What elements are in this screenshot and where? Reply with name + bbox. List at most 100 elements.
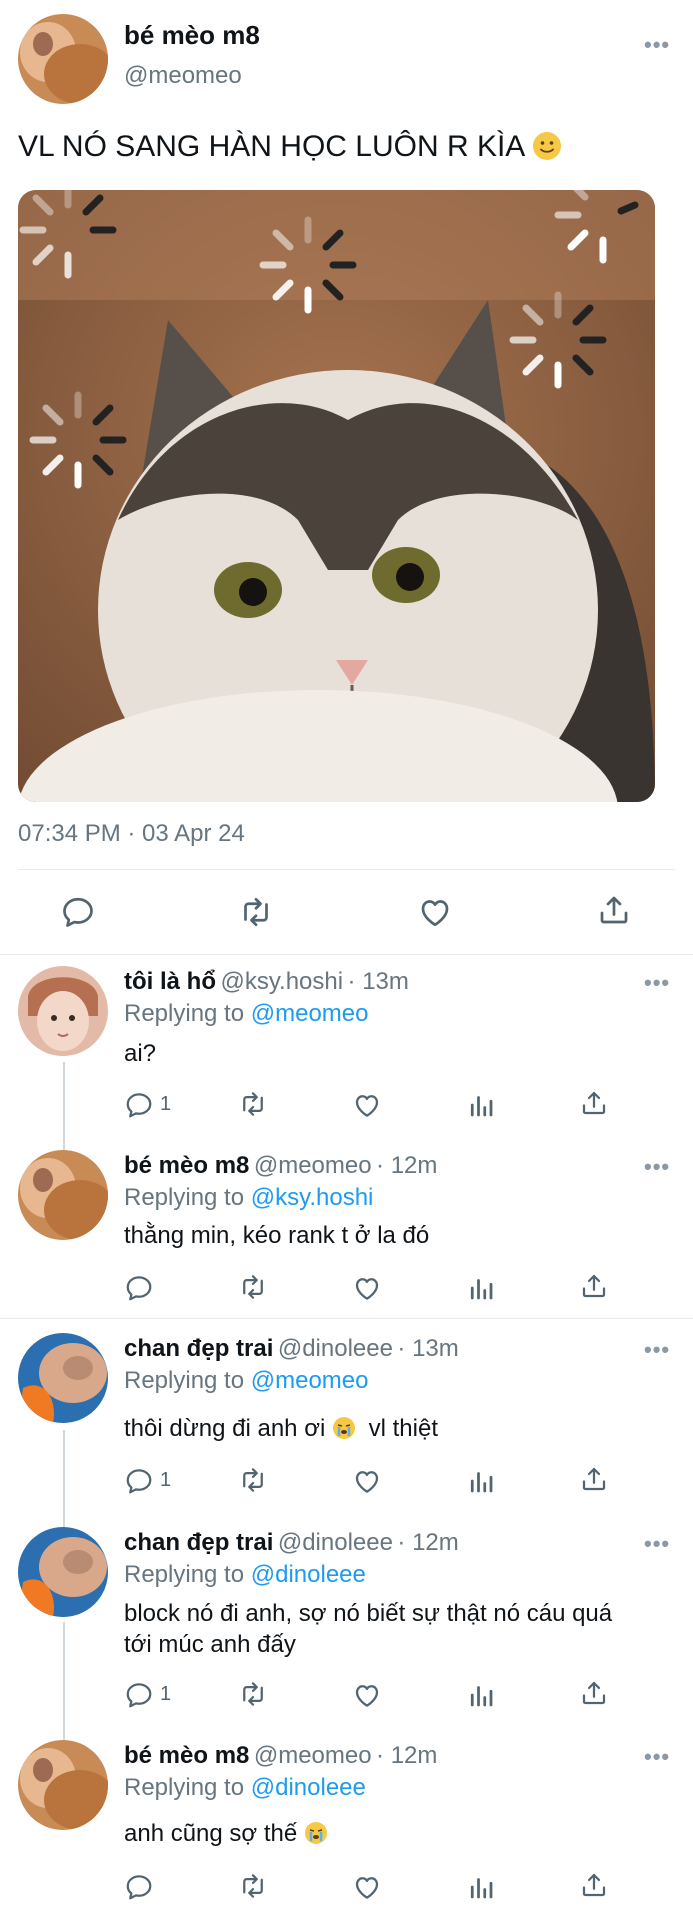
reply-3-retweet-icon[interactable]	[236, 1465, 270, 1495]
reply-5-analytics-icon[interactable]	[466, 1872, 496, 1902]
reply-3-avatar[interactable]	[18, 1333, 108, 1423]
reply-4-retweet-icon[interactable]	[236, 1679, 270, 1709]
reply-3-replying: Replying to @meomeo	[124, 1367, 369, 1395]
main-reply-icon[interactable]	[60, 894, 96, 930]
reply-2-like-icon[interactable]	[352, 1273, 382, 1303]
reply-2-avatar[interactable]	[18, 1150, 108, 1240]
section-divider	[0, 954, 693, 955]
main-handle[interactable]: @meomeo	[124, 62, 242, 90]
reply-4-replying-prefix: Replying to	[124, 1561, 245, 1588]
reply-1-replying-to[interactable]: @meomeo	[251, 1000, 369, 1027]
reply-5-retweet-icon[interactable]	[236, 1871, 270, 1901]
reply-1-reply-count: 1	[160, 1093, 172, 1115]
reply-1-share-icon[interactable]	[579, 1088, 609, 1118]
reply-1-more-icon[interactable]: •••	[644, 970, 670, 996]
thread-line	[63, 1622, 65, 1740]
reply-2-handle[interactable]: @meomeo	[254, 1152, 372, 1179]
reply-1-handle[interactable]: @ksy.hoshi	[220, 968, 343, 995]
reply-4-like-icon[interactable]	[352, 1680, 382, 1710]
reply-5-share-icon[interactable]	[579, 1870, 609, 1900]
reply-1-avatar[interactable]	[18, 966, 108, 1056]
reply-1-replying: Replying to @meomeo	[124, 1000, 369, 1028]
reply-3-text-content: thôi dừng đi anh ơi	[124, 1415, 326, 1442]
reply-3-time: · 13m	[397, 1335, 459, 1362]
reply-3-share-icon[interactable]	[579, 1464, 609, 1494]
reply-2-replying-to[interactable]: @ksy.hoshi	[251, 1184, 374, 1211]
reply-1-like-icon[interactable]	[352, 1090, 382, 1120]
reply-3-text: thôi dừng đi anh ơi vl thiệt	[124, 1415, 438, 1443]
thread-line	[63, 1062, 65, 1160]
main-tweet-image[interactable]	[18, 190, 655, 802]
main-tweet-text: VL NÓ SANG HÀN HỌC LUÔN R KÌA	[18, 130, 562, 164]
reply-5-replying-prefix: Replying to	[124, 1774, 245, 1801]
reply-5-more-icon[interactable]: •••	[644, 1744, 670, 1770]
reply-3-like-icon[interactable]	[352, 1466, 382, 1496]
main-divider	[18, 869, 675, 870]
reply-5-display-name[interactable]: bé mèo m8	[124, 1742, 249, 1769]
reply-1-reply-icon[interactable]	[124, 1090, 154, 1120]
reply-1-header: tôi là hổ @ksy.hoshi · 13m	[124, 968, 409, 996]
reply-4-text-line2: tới múc anh đấy	[124, 1631, 296, 1658]
thread-line	[63, 1430, 65, 1528]
reply-3-more-icon[interactable]: •••	[644, 1337, 670, 1363]
reply-1-analytics-icon[interactable]	[466, 1090, 496, 1120]
reply-1-replying-prefix: Replying to	[124, 1000, 245, 1027]
reply-1-time: · 13m	[347, 968, 409, 995]
reply-2-display-name[interactable]: bé mèo m8	[124, 1152, 249, 1179]
reply-3-handle[interactable]: @dinoleee	[278, 1335, 393, 1362]
reply-1-display-name[interactable]: tôi là hổ	[124, 968, 216, 995]
reply-4-time: · 12m	[397, 1529, 459, 1556]
main-avatar[interactable]	[18, 14, 108, 104]
reply-1-retweet-icon[interactable]	[236, 1089, 270, 1119]
reply-2-text: thằng min, kéo rank t ở la đó	[124, 1222, 430, 1249]
reply-5-text-content: anh cũng sợ thế	[124, 1820, 298, 1847]
reply-3-reply-count: 1	[160, 1469, 172, 1491]
main-more-icon[interactable]: •••	[644, 32, 670, 58]
reply-3-replying-to[interactable]: @meomeo	[251, 1367, 369, 1394]
reply-5-avatar[interactable]	[18, 1740, 108, 1830]
reply-4-analytics-icon[interactable]	[466, 1680, 496, 1710]
reply-2-retweet-icon[interactable]	[236, 1272, 270, 1302]
reply-4-share-icon[interactable]	[579, 1678, 609, 1708]
reply-2-share-icon[interactable]	[579, 1271, 609, 1301]
main-display-name[interactable]: bé mèo m8	[124, 20, 260, 51]
smile-emoji	[532, 131, 562, 161]
reply-5-text: anh cũng sợ thế	[124, 1820, 328, 1848]
reply-2-analytics-icon[interactable]	[466, 1273, 496, 1303]
reply-2-time: · 12m	[376, 1152, 438, 1179]
reply-5-replying-to[interactable]: @dinoleee	[251, 1774, 366, 1801]
main-like-icon[interactable]	[417, 894, 453, 930]
reply-4-replying-to[interactable]: @dinoleee	[251, 1561, 366, 1588]
reply-4-header: chan đẹp trai @dinoleee · 12m	[124, 1529, 459, 1557]
reply-5-like-icon[interactable]	[352, 1872, 382, 1902]
reply-4-reply-count: 1	[160, 1683, 172, 1705]
section-divider	[0, 1318, 693, 1319]
main-share-icon[interactable]	[596, 892, 632, 928]
reply-5-handle[interactable]: @meomeo	[254, 1742, 372, 1769]
reply-3-display-name[interactable]: chan đẹp trai	[124, 1335, 273, 1362]
reply-3-reply-icon[interactable]	[124, 1466, 154, 1496]
reply-2-replying-prefix: Replying to	[124, 1184, 245, 1211]
reply-3-text-after: vl thiệt	[368, 1415, 438, 1442]
main-timestamp[interactable]: 07:34 PM · 03 Apr 24	[18, 820, 245, 848]
reply-1-text: ai?	[124, 1040, 157, 1067]
main-tweet-text-content: VL NÓ SANG HÀN HỌC LUÔN R KÌA	[18, 130, 524, 163]
reply-5-time: · 12m	[376, 1742, 438, 1769]
reply-2-reply-icon[interactable]	[124, 1273, 154, 1303]
reply-5-replying: Replying to @dinoleee	[124, 1774, 366, 1802]
reply-4-replying: Replying to @dinoleee	[124, 1561, 366, 1589]
main-retweet-icon[interactable]	[236, 894, 276, 930]
reply-4-text-line1: block nó đi anh, sợ nó biết sự thật nó c…	[124, 1600, 613, 1627]
reply-2-replying: Replying to @ksy.hoshi	[124, 1184, 373, 1212]
reply-4-avatar[interactable]	[18, 1527, 108, 1617]
reply-5-reply-icon[interactable]	[124, 1872, 154, 1902]
reply-2-more-icon[interactable]: •••	[644, 1154, 670, 1180]
reply-2-header: bé mèo m8 @meomeo · 12m	[124, 1152, 437, 1180]
reply-4-handle[interactable]: @dinoleee	[278, 1529, 393, 1556]
reply-4-more-icon[interactable]: •••	[644, 1531, 670, 1557]
reply-3-analytics-icon[interactable]	[466, 1466, 496, 1496]
reply-4-reply-icon[interactable]	[124, 1680, 154, 1710]
reply-4-display-name[interactable]: chan đẹp trai	[124, 1529, 273, 1556]
reply-3-replying-prefix: Replying to	[124, 1367, 245, 1394]
reply-3-header: chan đẹp trai @dinoleee · 13m	[124, 1335, 459, 1363]
